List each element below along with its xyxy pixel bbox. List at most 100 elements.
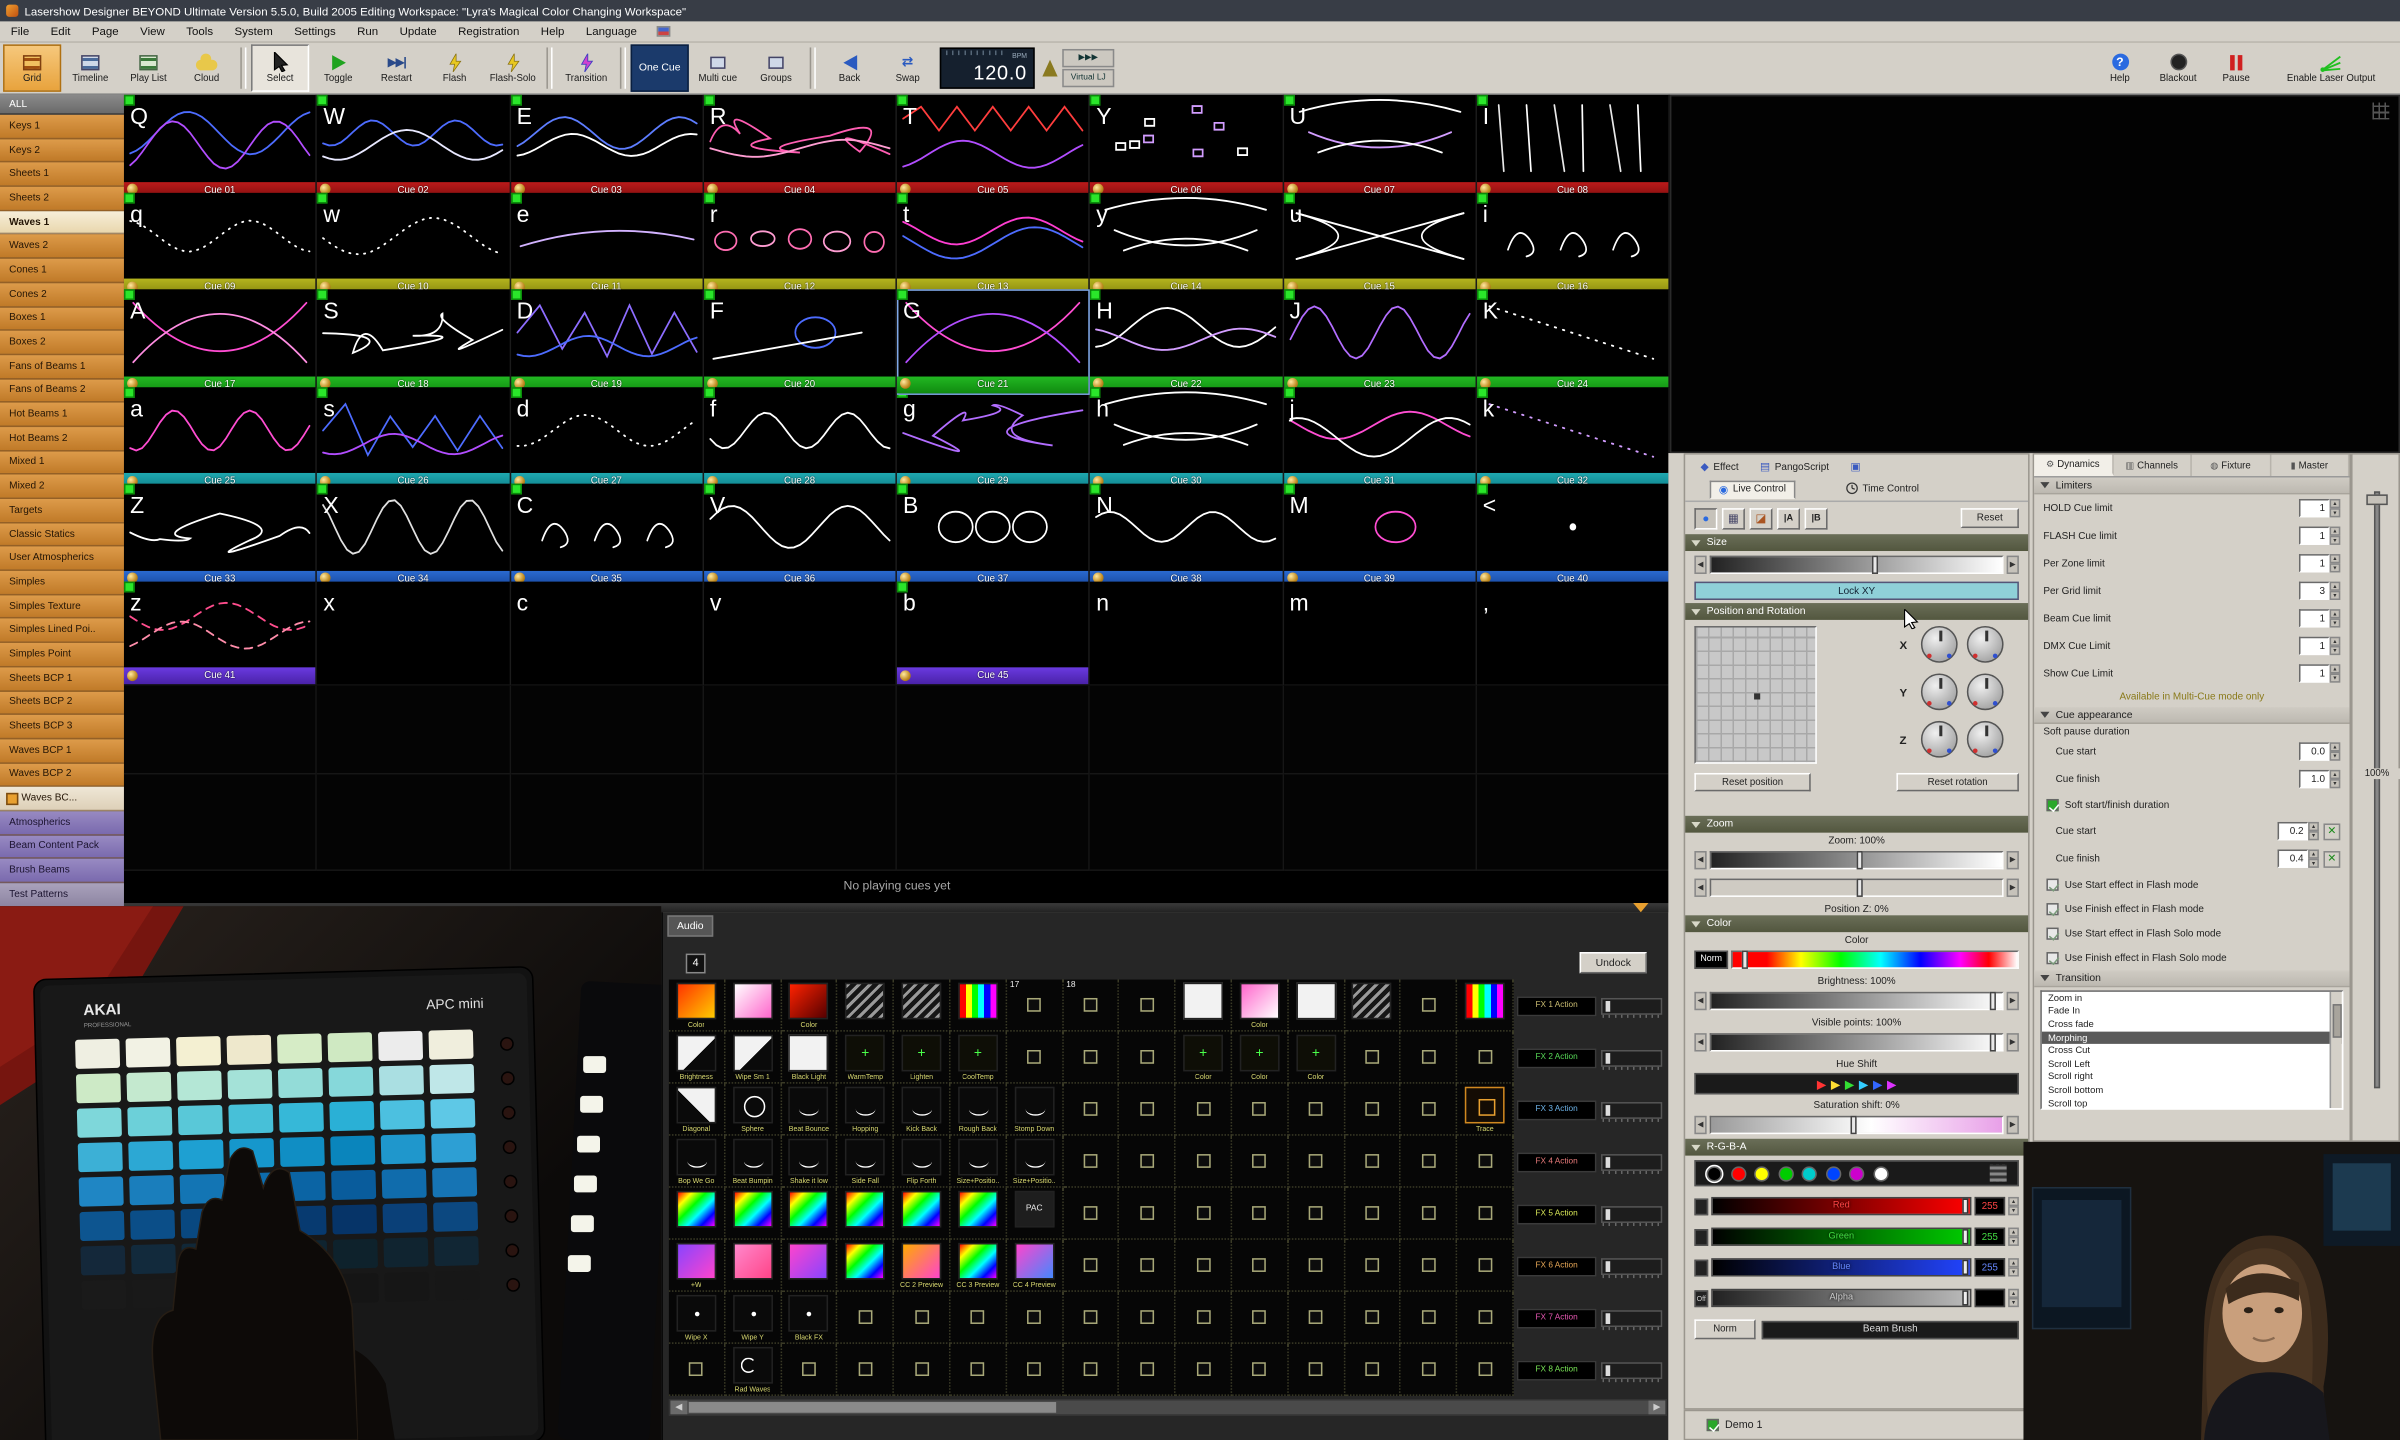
cue-cell-cue-21[interactable]: GCue 21 xyxy=(897,289,1090,394)
effect-cell-empty[interactable] xyxy=(838,1292,894,1344)
alpha-chip[interactable]: Off xyxy=(1694,1290,1708,1307)
effect-cell-stomp-down[interactable]: Stomp Down xyxy=(1007,1084,1063,1136)
hue-shift-slider[interactable]: ▶ ▶ ▶ ▶ ▶ ▶ xyxy=(1694,1073,2018,1094)
scroll-left-icon[interactable]: ◀ xyxy=(670,1401,687,1415)
effect-cell-lighten[interactable]: Lighten xyxy=(894,1032,950,1084)
menu-item-view[interactable]: View xyxy=(129,21,175,41)
effect-checkbox[interactable] xyxy=(1140,1258,1154,1272)
spin-down-icon[interactable]: ▼ xyxy=(2330,673,2341,682)
effect-cell-thumb[interactable] xyxy=(782,1188,838,1240)
saturation-inc-icon[interactable]: ▶ xyxy=(2007,1116,2019,1134)
effect-cell-thumb[interactable] xyxy=(725,980,781,1032)
tab-effect[interactable]: ◆Effect xyxy=(1701,461,1739,473)
effect-checkbox[interactable] xyxy=(689,1362,703,1376)
spin-up-icon[interactable]: ▲ xyxy=(2308,822,2319,831)
effect-cell-empty[interactable] xyxy=(1063,1240,1119,1292)
empty-cue-cell[interactable] xyxy=(1090,774,1283,870)
tab-fixture[interactable]: ◍Fixture xyxy=(2192,455,2271,476)
effect-cell-thumb[interactable] xyxy=(1288,980,1344,1032)
effect-cell-empty[interactable] xyxy=(1176,1240,1232,1292)
effect-cell-color[interactable]: Color xyxy=(669,980,725,1032)
effect-checkbox[interactable] xyxy=(1084,1102,1098,1116)
effect-cell-empty[interactable] xyxy=(1119,1188,1175,1240)
toolbar-groups[interactable]: Groups xyxy=(747,44,805,91)
posz-dec-icon[interactable]: ◀ xyxy=(1694,879,1706,897)
sidebar-item-atmospherics[interactable]: Atmospherics xyxy=(0,811,124,835)
brightness-inc-icon[interactable]: ▶ xyxy=(2007,992,2019,1010)
undock-button[interactable]: Undock xyxy=(1580,952,1647,973)
effect-checkbox[interactable] xyxy=(1084,1258,1098,1272)
color-norm-button[interactable]: Norm xyxy=(1694,951,1728,969)
effect-cell-sphere[interactable]: Sphere xyxy=(725,1084,781,1136)
effect-cell-empty[interactable] xyxy=(1345,1240,1401,1292)
a-channel-icon[interactable]: |A xyxy=(1777,507,1800,528)
effect-checkbox[interactable] xyxy=(858,1310,872,1324)
fx-action-slider[interactable] xyxy=(1601,1361,1662,1378)
effect-cell-empty[interactable] xyxy=(1176,1292,1232,1344)
saturation-dec-icon[interactable]: ◀ xyxy=(1694,1116,1706,1134)
effect-cell-wipe-x[interactable]: Wipe X xyxy=(669,1292,725,1344)
effect-checkbox[interactable] xyxy=(1140,1310,1154,1324)
field-value[interactable]: 0.0 xyxy=(2299,742,2330,760)
empty-cue-cell[interactable] xyxy=(897,678,1090,774)
effect-cell-thumb[interactable] xyxy=(950,980,1006,1032)
effect-cell-empty[interactable] xyxy=(1457,1240,1513,1292)
menu-item-language[interactable]: Language xyxy=(575,21,648,41)
effect-cell-empty[interactable] xyxy=(1345,1188,1401,1240)
cue-cell-cue-34[interactable]: XCue 34 xyxy=(317,484,510,589)
fx-action-slider[interactable] xyxy=(1601,1309,1662,1326)
sidebar-item-sheets-bcp-1[interactable]: Sheets BCP 1 xyxy=(0,667,124,691)
cue-cell-cue-45[interactable]: bCue 45 xyxy=(897,581,1090,686)
toolbar-multi-cue[interactable]: Multi cue xyxy=(689,44,747,91)
position-knob-y[interactable] xyxy=(1921,673,1958,710)
effect-cell-cooltemp[interactable]: CoolTemp xyxy=(950,1032,1006,1084)
blue-slider[interactable]: Blue xyxy=(1711,1258,1971,1276)
splitter-arrow-icon[interactable] xyxy=(1633,903,1648,912)
effect-cell-black-fx[interactable]: Black FX xyxy=(782,1292,838,1344)
cue-cell-cue-28[interactable]: fCue 28 xyxy=(704,386,897,491)
effects-horizontal-scrollbar[interactable]: ◀ ▶ xyxy=(669,1399,1667,1416)
effect-cell-thumb[interactable] xyxy=(1345,980,1401,1032)
effect-checkbox[interactable] xyxy=(1478,1310,1492,1324)
toolbar-help[interactable]: ?Help xyxy=(2091,44,2149,91)
effect-cell-empty[interactable] xyxy=(1119,980,1175,1032)
transition-item-scroll-top[interactable]: Scroll top xyxy=(2042,1097,2342,1110)
cue-cell-cue-20[interactable]: FCue 20 xyxy=(704,289,897,394)
effect-cell-empty[interactable] xyxy=(1288,1344,1344,1396)
empty-cue-cell[interactable] xyxy=(897,774,1090,870)
effect-cell-side-fall[interactable]: Side Fall xyxy=(838,1136,894,1188)
limiter-value[interactable]: 1 xyxy=(2299,609,2330,627)
visible-points-slider[interactable] xyxy=(1710,1033,2004,1051)
cue-cell-cue-13[interactable]: tCue 13 xyxy=(897,192,1090,297)
toolbar-cloud[interactable]: Cloud xyxy=(178,44,236,91)
cue-cell-cue-05[interactable]: TCue 05 xyxy=(897,95,1090,200)
zoom-inc-icon[interactable]: ▶ xyxy=(2007,851,2019,869)
effect-cell-size-positio-[interactable]: Size+Positio.. xyxy=(950,1136,1006,1188)
effect-cell-empty[interactable] xyxy=(1063,1344,1119,1396)
sidebar-item-fans-of-beams-2[interactable]: Fans of Beams 2 xyxy=(0,379,124,403)
menu-item-page[interactable]: Page xyxy=(81,21,129,41)
toolbar-enable-laser-output[interactable]: Enable Laser Output xyxy=(2265,44,2397,91)
effect-cell-empty[interactable] xyxy=(1007,1032,1063,1084)
effect-checkbox[interactable] xyxy=(1253,1206,1267,1220)
effect-cell-empty[interactable] xyxy=(1232,1240,1288,1292)
effect-cell-hopping[interactable]: Hopping xyxy=(838,1084,894,1136)
effect-checkbox[interactable] xyxy=(1365,1154,1379,1168)
effect-cell-empty[interactable] xyxy=(1119,1032,1175,1084)
effect-cell-empty[interactable] xyxy=(1345,1032,1401,1084)
effect-cell-cc-4-preview[interactable]: CC 4 Preview xyxy=(1007,1240,1063,1292)
effect-checkbox[interactable] xyxy=(1084,1050,1098,1064)
spin-down-icon[interactable]: ▼ xyxy=(2008,1237,2019,1246)
effect-cell-empty[interactable] xyxy=(782,1344,838,1396)
effect-checkbox[interactable] xyxy=(1140,1206,1154,1220)
transition-item-scroll-left[interactable]: Scroll Left xyxy=(2042,1058,2342,1071)
effect-cell-thumb[interactable] xyxy=(1457,980,1513,1032)
cue-cell-cue-02[interactable]: WCue 02 xyxy=(317,95,510,200)
menu-item-tools[interactable]: Tools xyxy=(176,21,224,41)
cue-cell-cue-27[interactable]: dCue 27 xyxy=(510,386,703,491)
spin-down-icon[interactable]: ▼ xyxy=(2008,1298,2019,1307)
toolbar-toggle[interactable]: Toggle xyxy=(309,44,367,91)
sidebar-item-targets[interactable]: Targets xyxy=(0,499,124,523)
virtual-lj-button[interactable]: Virtual LJ xyxy=(1062,69,1114,87)
metronome-icon[interactable] xyxy=(1038,44,1062,91)
